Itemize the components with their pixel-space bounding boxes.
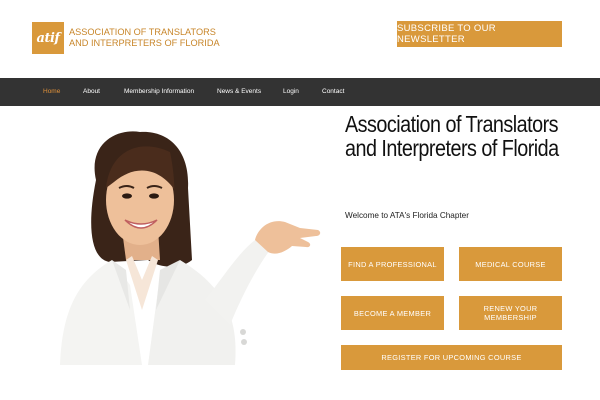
logo-text: Association of Translators and Interpret… bbox=[69, 27, 220, 49]
main-nav: Home About Membership Information News &… bbox=[0, 78, 600, 106]
subscribe-newsletter-button[interactable]: SUBSCRIBE TO OUR NEWSLETTER bbox=[397, 21, 562, 47]
nav-item-about[interactable]: About bbox=[83, 78, 100, 106]
nav-item-news-events[interactable]: News & Events bbox=[217, 78, 261, 106]
renew-membership-button[interactable]: RENEW YOUR MEMBERSHIP bbox=[459, 296, 562, 330]
medical-course-button[interactable]: MEDICAL COURSE bbox=[459, 247, 562, 281]
hero-photo bbox=[30, 110, 330, 365]
find-professional-button[interactable]: FIND A PROFESSIONAL bbox=[341, 247, 444, 281]
hero-subtitle: Welcome to ATA's Florida Chapter bbox=[345, 211, 469, 220]
site-logo[interactable]: atif Association of Translators and Inte… bbox=[32, 22, 220, 54]
logo-line-2: and Interpreters of Florida bbox=[69, 38, 220, 48]
logo-mark: atif bbox=[32, 22, 64, 54]
become-member-button[interactable]: BECOME A MEMBER bbox=[341, 296, 444, 330]
site-header: atif Association of Translators and Inte… bbox=[0, 0, 600, 78]
nav-item-membership-information[interactable]: Membership Information bbox=[124, 78, 194, 106]
nav-item-contact[interactable]: Contact bbox=[322, 78, 344, 106]
nav-item-home[interactable]: Home bbox=[43, 78, 60, 106]
register-course-button[interactable]: REGISTER FOR UPCOMING COURSE bbox=[341, 345, 562, 370]
nav-item-login[interactable]: Login bbox=[283, 78, 299, 106]
hero-title: Association of Translators and Interpret… bbox=[345, 111, 559, 161]
logo-line-1: Association of Translators bbox=[69, 27, 216, 37]
